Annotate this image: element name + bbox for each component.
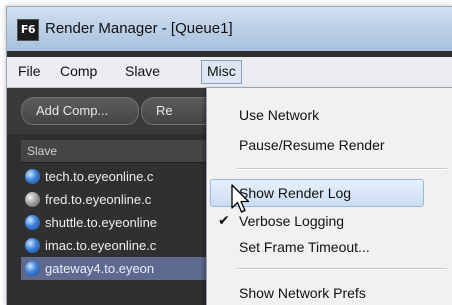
slave-name: shuttle.to.eyeonline (45, 215, 158, 230)
menu-separator (237, 168, 447, 170)
menu-item-label: Verbose Logging (239, 213, 345, 229)
slave-name: gateway4.to.eyeon (45, 261, 155, 276)
menu-item-label: Pause/Resume Render (239, 137, 385, 153)
slave-status-blue-icon (25, 169, 40, 184)
menu-item-label: Show Network Prefs (239, 285, 366, 301)
menu-misc[interactable]: Misc (201, 60, 242, 84)
menu-slave[interactable]: Slave (120, 60, 165, 82)
menu-comp[interactable]: Comp (55, 60, 102, 82)
menu-item-label: Show Render Log (239, 185, 352, 201)
menu-item-label: Use Network (239, 107, 320, 123)
title-bar[interactable]: F6 Render Manager - [Queue1] (7, 7, 452, 51)
slave-name: tech.to.eyeonline.c (45, 169, 154, 184)
menu-item-pause-resume-render[interactable]: Pause/Resume Render (207, 132, 452, 158)
slave-status-blue-icon (25, 261, 40, 276)
checkmark-icon: ✔ (218, 213, 230, 229)
fusion-app-icon[interactable]: F6 (17, 19, 39, 41)
menu-file[interactable]: File (13, 60, 46, 82)
slave-name: imac.to.eyeonline.c (45, 238, 157, 253)
menu-bar: File Comp Slave Misc (7, 57, 452, 88)
mouse-pointer-icon (231, 184, 250, 213)
slave-status-blue-icon (25, 215, 40, 230)
menu-item-use-network[interactable]: Use Network (207, 102, 452, 128)
slave-status-blue-icon (25, 238, 40, 253)
render-manager-window: F6 Render Manager - [Queue1] File Comp S… (6, 6, 452, 305)
slave-name: fred.to.eyeonline.c (45, 192, 152, 207)
menu-item-set-frame-timeout[interactable]: Set Frame Timeout... (207, 234, 452, 260)
add-comp-button[interactable]: Add Comp... (21, 97, 139, 125)
slave-status-gray-icon (25, 192, 40, 207)
window-title: Render Manager - [Queue1] (45, 20, 233, 37)
menu-item-label: Set Frame Timeout... (239, 239, 370, 255)
menu-item-show-network-prefs[interactable]: Show Network Prefs (207, 280, 452, 305)
menu-separator (237, 268, 447, 270)
